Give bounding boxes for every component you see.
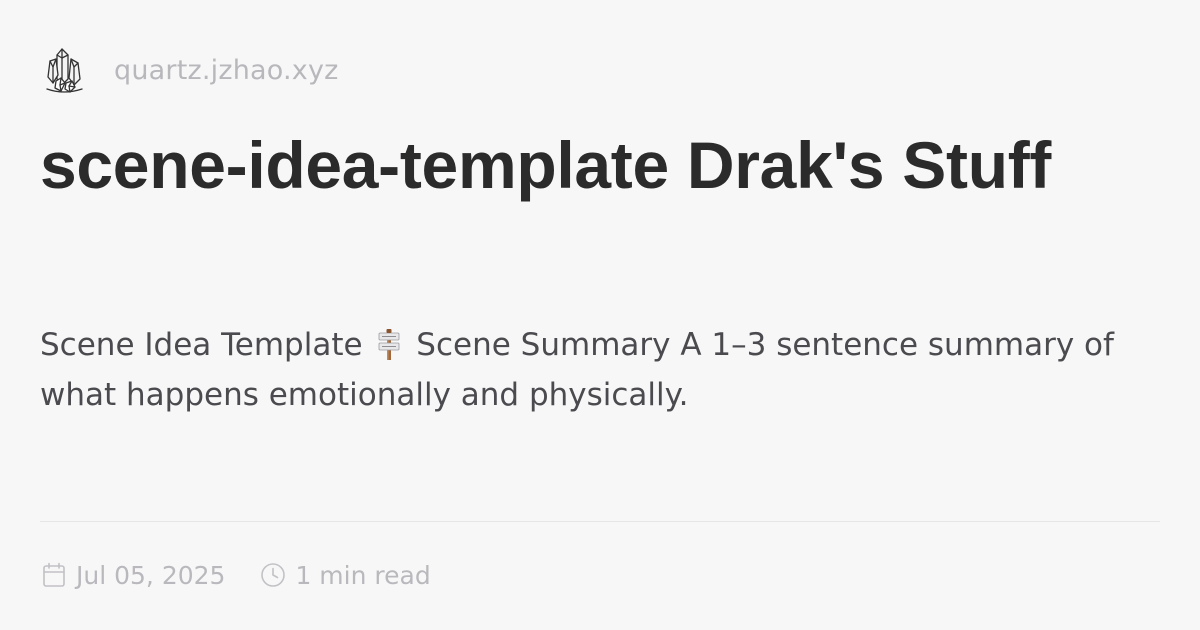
calendar-icon xyxy=(40,561,68,589)
site-url[interactable]: quartz.jzhao.xyz xyxy=(114,55,339,86)
crystal-cluster-icon xyxy=(44,40,92,100)
publish-date: Jul 05, 2025 xyxy=(76,560,226,590)
clock-icon xyxy=(259,561,287,589)
reading-time-meta: 1 min read xyxy=(259,560,431,590)
site-header: quartz.jzhao.xyz xyxy=(44,40,339,100)
date-meta: Jul 05, 2025 xyxy=(40,561,225,590)
signpost-icon xyxy=(376,326,402,360)
description-text: Scene Idea Template xyxy=(40,327,363,363)
page-title: scene-idea-template Drak's Stuff xyxy=(40,128,1052,202)
divider xyxy=(40,521,1160,522)
page-description: Scene Idea Template Scene Summary A 1–3 … xyxy=(40,320,1165,420)
reading-time: 1 min read xyxy=(295,560,431,590)
meta-row: Jul 05, 2025 1 min read xyxy=(40,555,431,595)
og-card: quartz.jzhao.xyz scene-idea-template Dra… xyxy=(0,0,1200,630)
